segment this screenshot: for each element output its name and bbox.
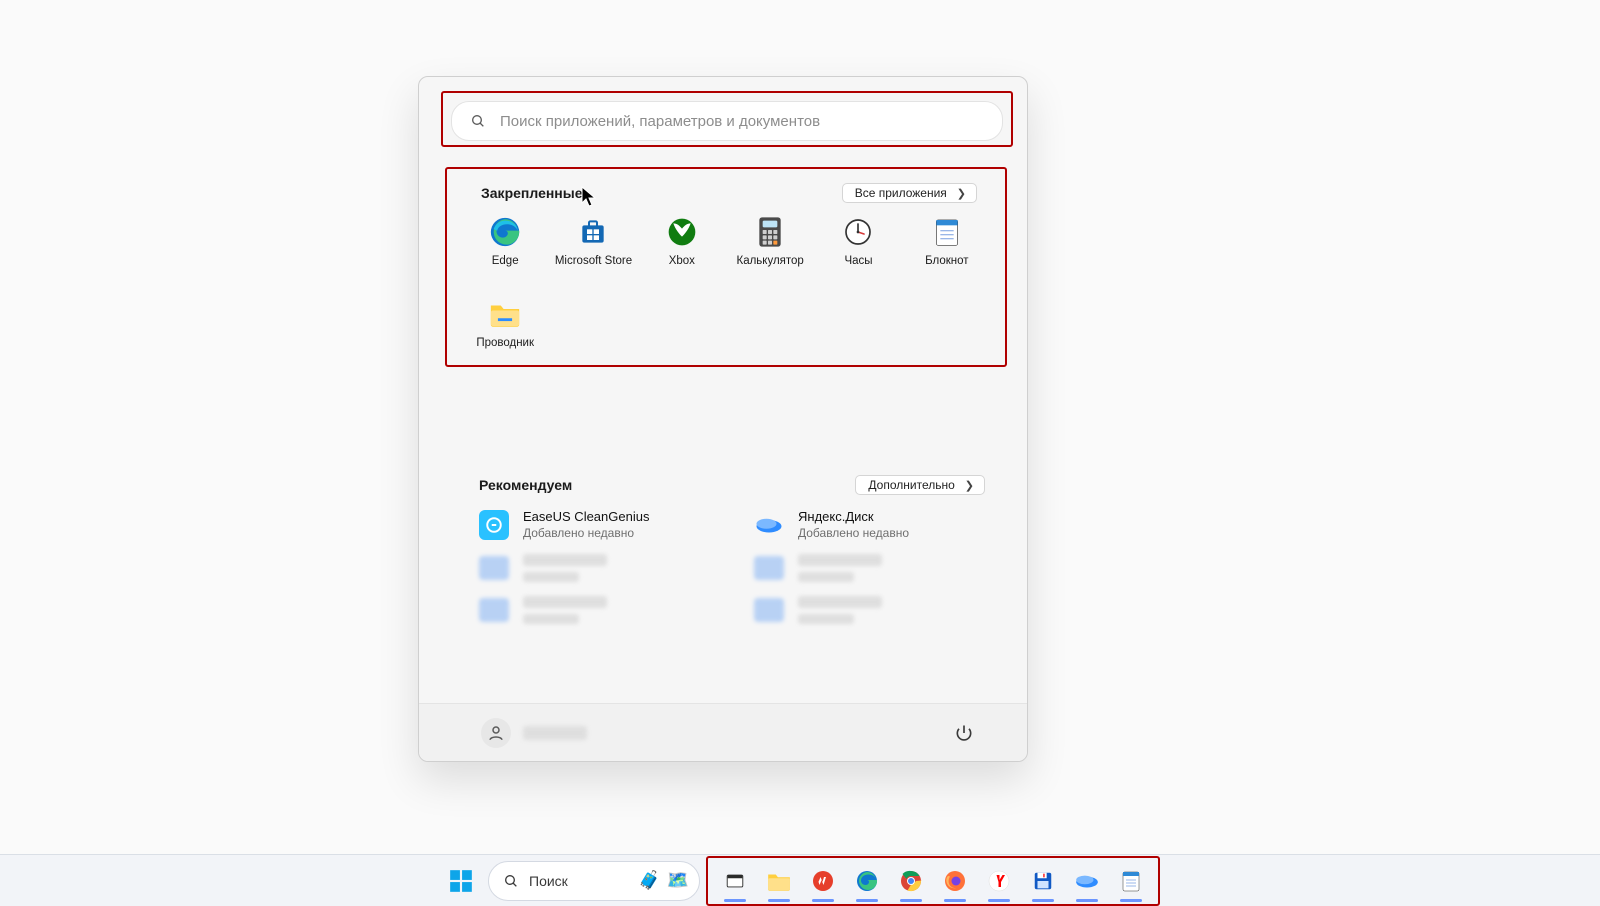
- user-name-blurred: [523, 726, 587, 740]
- pinned-app-label: Проводник: [476, 337, 534, 350]
- start-menu-search[interactable]: [451, 101, 1003, 141]
- file-explorer-icon: [488, 297, 522, 331]
- taskbar-search-label: Поиск: [529, 873, 568, 889]
- chevron-right-icon: ❯: [965, 479, 974, 492]
- taskbar-search[interactable]: Поиск 🧳 🗺️: [488, 861, 700, 901]
- pinned-app-explorer[interactable]: Проводник: [461, 297, 549, 365]
- taskbar-app-firefox[interactable]: [934, 860, 976, 902]
- recommended-item-sub: Добавлено недавно: [798, 526, 909, 540]
- avatar-icon: [481, 718, 511, 748]
- more-recommended-button[interactable]: Дополнительно ❯: [855, 475, 985, 495]
- pinned-app-label: Блокнот: [925, 255, 968, 268]
- clock-icon: [841, 215, 875, 249]
- start-button[interactable]: [440, 860, 482, 902]
- yandex-disk-icon: [754, 510, 784, 540]
- recommended-item-name: Яндекс.Диск: [798, 509, 909, 524]
- suitcase-icon: 🧳: [638, 870, 660, 891]
- taskbar-pinned-apps-region: [706, 856, 1160, 906]
- recommended-item-yadisk[interactable]: Яндекс.Диск Добавлено недавно: [754, 509, 989, 540]
- taskbar-app-edge[interactable]: [846, 860, 888, 902]
- microsoft-store-icon: [576, 215, 610, 249]
- pinned-apps-grid: Edge Microsoft Store Xbox Калькулятор: [461, 215, 991, 365]
- pinned-app-label: Xbox: [669, 255, 695, 268]
- recommended-item-sub: Добавлено недавно: [523, 526, 649, 540]
- recommended-item-blurred: [754, 554, 989, 582]
- taskbar-app-save[interactable]: [1022, 860, 1064, 902]
- taskbar-app-chrome[interactable]: [890, 860, 932, 902]
- taskbar-app-wps[interactable]: [802, 860, 844, 902]
- pinned-app-label: Калькулятор: [737, 255, 804, 268]
- recommended-title: Рекомендуем: [479, 477, 572, 493]
- start-menu: Закрепленные Все приложения ❯ Edge Micro…: [418, 76, 1028, 762]
- pinned-app-label: Часы: [844, 255, 872, 268]
- map-icon: 🗺️: [667, 870, 689, 891]
- all-apps-label: Все приложения: [855, 186, 947, 200]
- taskbar-app-taskview[interactable]: [714, 860, 756, 902]
- pinned-app-store[interactable]: Microsoft Store: [549, 215, 637, 283]
- pinned-app-xbox[interactable]: Xbox: [638, 215, 726, 283]
- more-recommended-label: Дополнительно: [868, 478, 954, 492]
- user-account-button[interactable]: [481, 718, 587, 748]
- recommended-item-blurred: [754, 596, 989, 624]
- recommended-item-blurred: [479, 596, 714, 624]
- edge-icon: [488, 215, 522, 249]
- notepad-icon: [930, 215, 964, 249]
- recommended-item-name: EaseUS CleanGenius: [523, 509, 649, 524]
- all-apps-button[interactable]: Все приложения ❯: [842, 183, 977, 203]
- mouse-cursor-icon: [581, 186, 597, 208]
- recommended-section: Рекомендуем Дополнительно ❯ EaseUS Clean…: [459, 475, 989, 624]
- pinned-app-label: Edge: [492, 255, 519, 268]
- search-icon: [470, 113, 486, 129]
- start-menu-search-region: [441, 91, 1013, 147]
- taskbar-app-notepad[interactable]: [1110, 860, 1152, 902]
- pinned-app-calculator[interactable]: Калькулятор: [726, 215, 814, 283]
- pinned-section: Закрепленные Все приложения ❯ Edge Micro…: [445, 167, 1007, 367]
- pinned-app-edge[interactable]: Edge: [461, 215, 549, 283]
- chevron-right-icon: ❯: [957, 187, 966, 200]
- start-menu-footer: [419, 703, 1027, 761]
- pinned-app-label: Microsoft Store: [555, 255, 632, 268]
- recommended-item-easeus[interactable]: EaseUS CleanGenius Добавлено недавно: [479, 509, 714, 540]
- taskbar-search-highlights[interactable]: 🧳 🗺️: [638, 870, 689, 891]
- pinned-app-clock[interactable]: Часы: [814, 215, 902, 283]
- pinned-title: Закрепленные: [481, 185, 583, 201]
- calculator-icon: [753, 215, 787, 249]
- pinned-app-notepad[interactable]: Блокнот: [903, 215, 991, 283]
- taskbar-app-cloud[interactable]: [1066, 860, 1108, 902]
- search-icon: [503, 873, 519, 889]
- easeus-icon: [479, 510, 509, 540]
- taskbar-app-yandex[interactable]: [978, 860, 1020, 902]
- taskbar-app-explorer[interactable]: [758, 860, 800, 902]
- xbox-icon: [665, 215, 699, 249]
- search-input[interactable]: [500, 113, 984, 130]
- recommended-item-blurred: [479, 554, 714, 582]
- taskbar: Поиск 🧳 🗺️: [0, 854, 1600, 906]
- power-button[interactable]: [947, 716, 981, 750]
